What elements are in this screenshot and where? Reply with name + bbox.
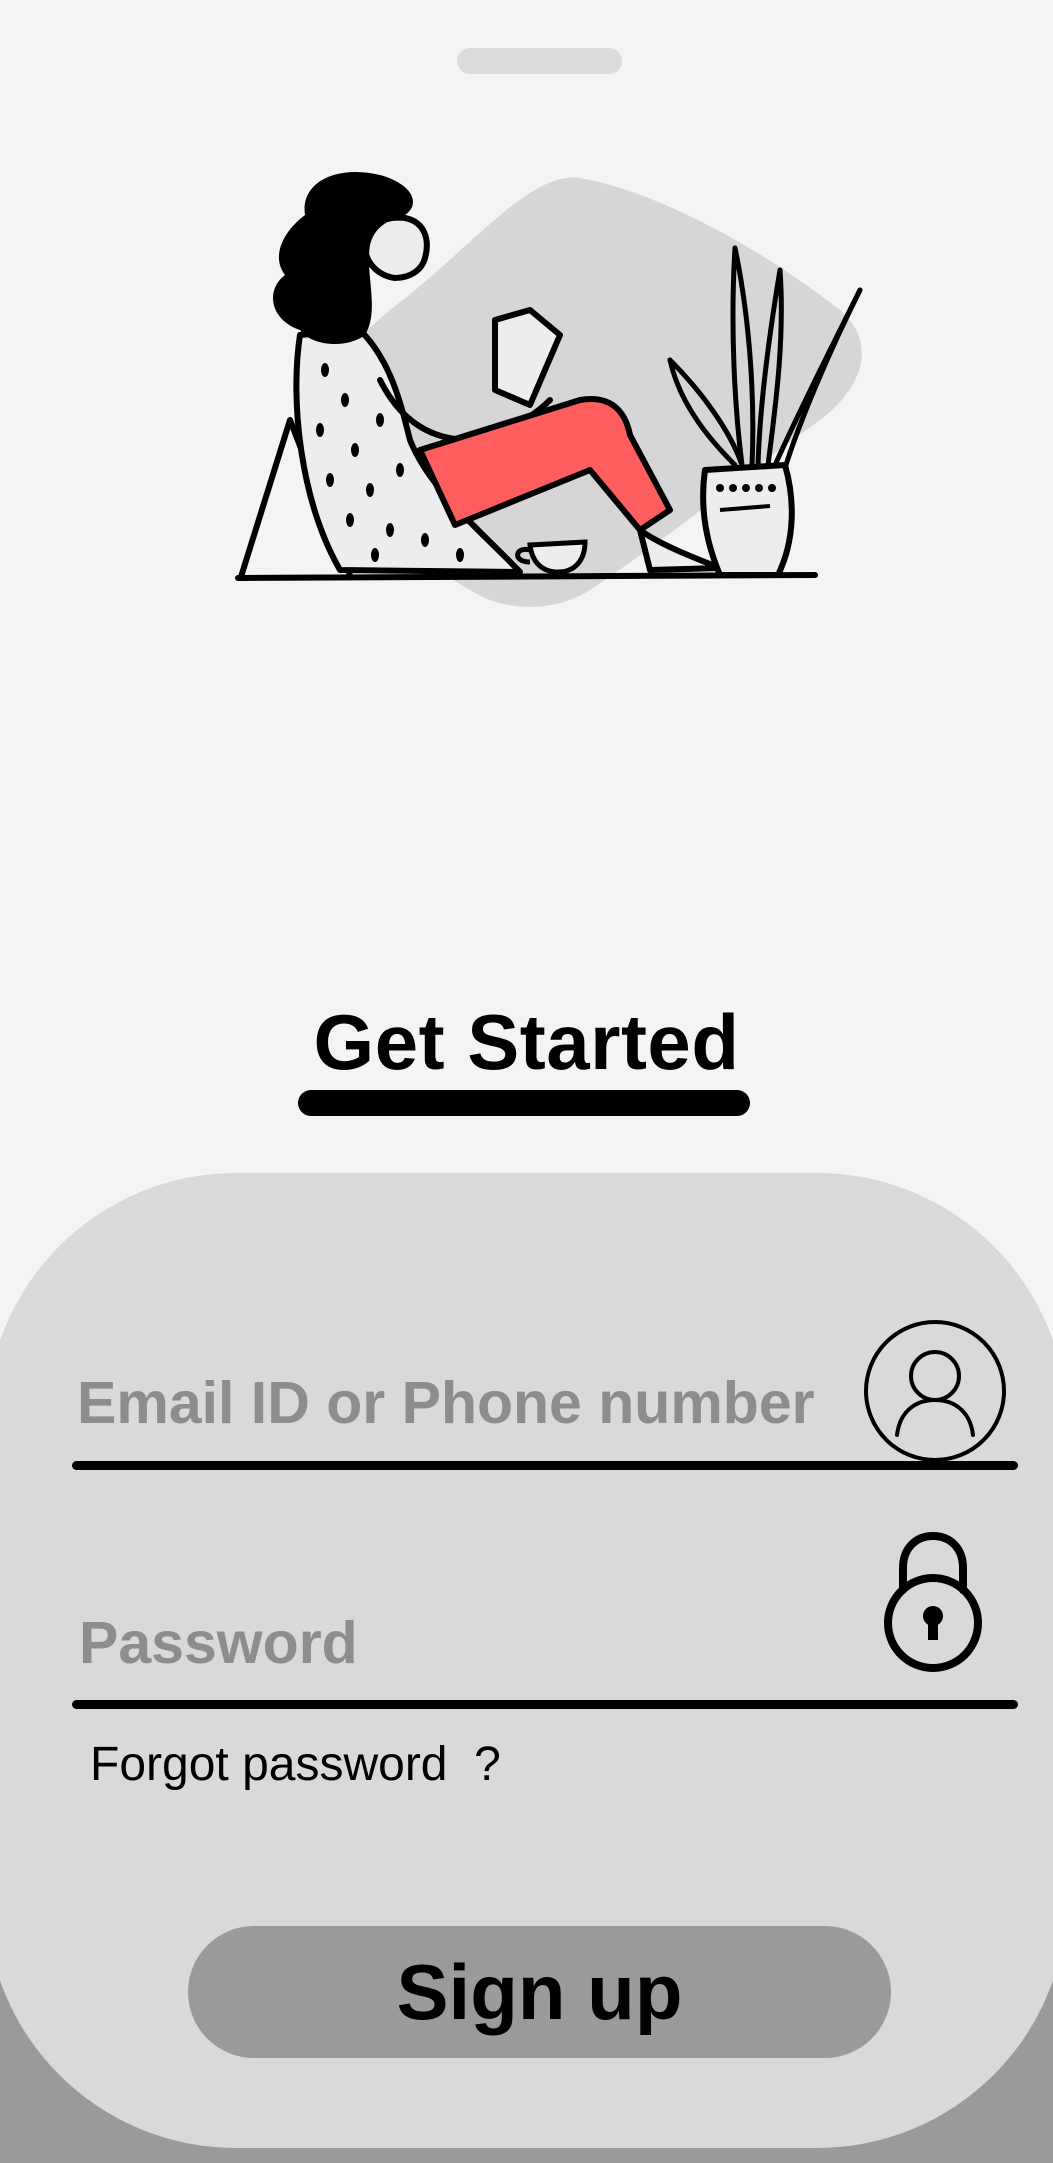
password-field[interactable]: Password bbox=[79, 1608, 358, 1678]
password-field-underline bbox=[72, 1700, 1018, 1709]
user-icon bbox=[864, 1320, 1006, 1462]
drag-handle[interactable] bbox=[457, 48, 622, 74]
sign-up-button[interactable]: Sign up bbox=[188, 1926, 891, 2058]
page-title: Get Started bbox=[313, 998, 740, 1086]
title-underline bbox=[298, 1090, 750, 1116]
email-field[interactable]: Email ID or Phone number bbox=[77, 1368, 815, 1438]
woman-reading-illustration bbox=[235, 171, 863, 607]
lock-icon bbox=[884, 1531, 982, 1672]
forgot-password-link[interactable]: Forgot password ? bbox=[90, 1735, 501, 1795]
